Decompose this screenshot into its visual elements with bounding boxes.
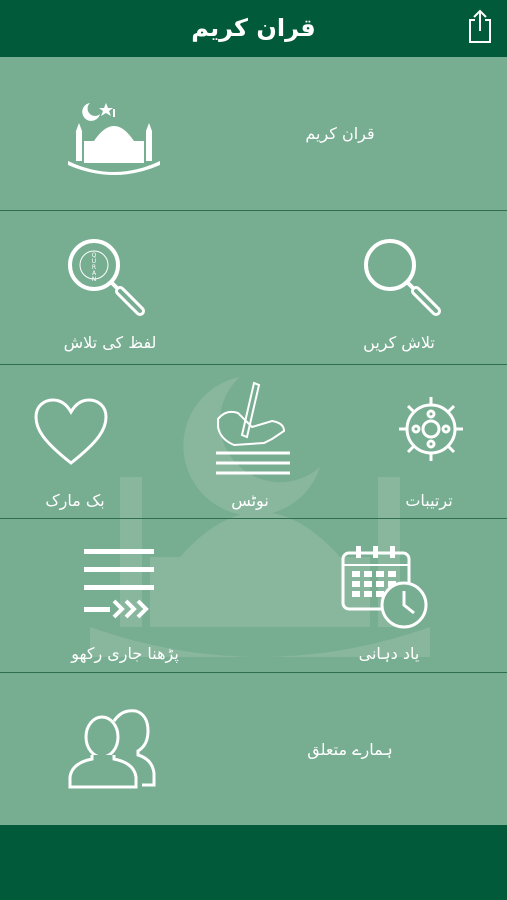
menu-item-continue-reading-label: پڑھنا جاری رکھو xyxy=(71,644,179,663)
menu-row-3: بک مارک نوٹس ترتیبات xyxy=(0,365,507,519)
menu-item-about[interactable]: ہمارے متعلق xyxy=(0,673,507,825)
top-bar: قران کریم xyxy=(0,0,507,57)
page-title: قران کریم xyxy=(191,14,316,42)
menu-item-about-label: ہمارے متعلق xyxy=(307,740,393,759)
menu-item-reminder-label: یاد دہانی xyxy=(358,644,420,663)
svg-text:QURAN: QURAN xyxy=(92,252,97,283)
quran-magnifier-icon: QURAN xyxy=(68,239,145,316)
heart-icon xyxy=(34,398,108,465)
menu-item-search-label: تلاش کریں xyxy=(363,333,435,352)
menu-item-settings[interactable]: ترتیبات xyxy=(339,365,507,518)
menu-row-4: پڑھنا جاری رکھو یاد دہانی xyxy=(0,519,507,673)
menu-item-notes-label: نوٹس xyxy=(231,491,269,510)
users-icon xyxy=(68,709,156,789)
mosque-icon xyxy=(68,103,160,175)
menu-item-word-search-label: لفظ کی تلاش xyxy=(63,333,157,352)
writing-hand-icon xyxy=(216,381,290,475)
menu-item-bookmark[interactable]: بک مارک xyxy=(0,365,169,518)
menu-row-1: قران کریم xyxy=(0,57,507,211)
menu-row-2: QURAN لفظ کی تلاش تلاش کریں xyxy=(0,211,507,365)
magnifier-icon xyxy=(364,239,441,316)
magnifier-letter: N xyxy=(92,276,97,283)
bottom-bar xyxy=(0,825,507,900)
share-button[interactable] xyxy=(465,8,495,44)
calendar-clock-icon xyxy=(341,546,428,629)
menu-item-notes[interactable]: نوٹس xyxy=(170,365,338,518)
gear-icon xyxy=(399,397,463,461)
menu-item-quran-label: قران کریم xyxy=(305,124,375,143)
menu-item-quran[interactable]: قران کریم xyxy=(0,57,507,210)
app-screen: قران کریم قران کریم Q U R A N لفظ کی تلا… xyxy=(0,0,507,900)
menu-item-continue-reading[interactable]: پڑھنا جاری رکھو xyxy=(0,519,253,672)
menu-item-word-search[interactable]: QURAN لفظ کی تلاش xyxy=(0,211,253,364)
reading-list-icon xyxy=(84,549,154,619)
menu-item-reminder[interactable]: یاد دہانی xyxy=(254,519,507,672)
menu-item-search[interactable]: تلاش کریں xyxy=(254,211,507,364)
share-icon xyxy=(469,9,491,43)
menu-row-5: ہمارے متعلق xyxy=(0,673,507,825)
menu-item-settings-label: ترتیبات xyxy=(405,491,453,510)
menu-grid: قران کریم QURAN لفظ کی تلاش تلاش کریں بک… xyxy=(0,57,507,825)
menu-item-bookmark-label: بک مارک xyxy=(45,491,105,510)
